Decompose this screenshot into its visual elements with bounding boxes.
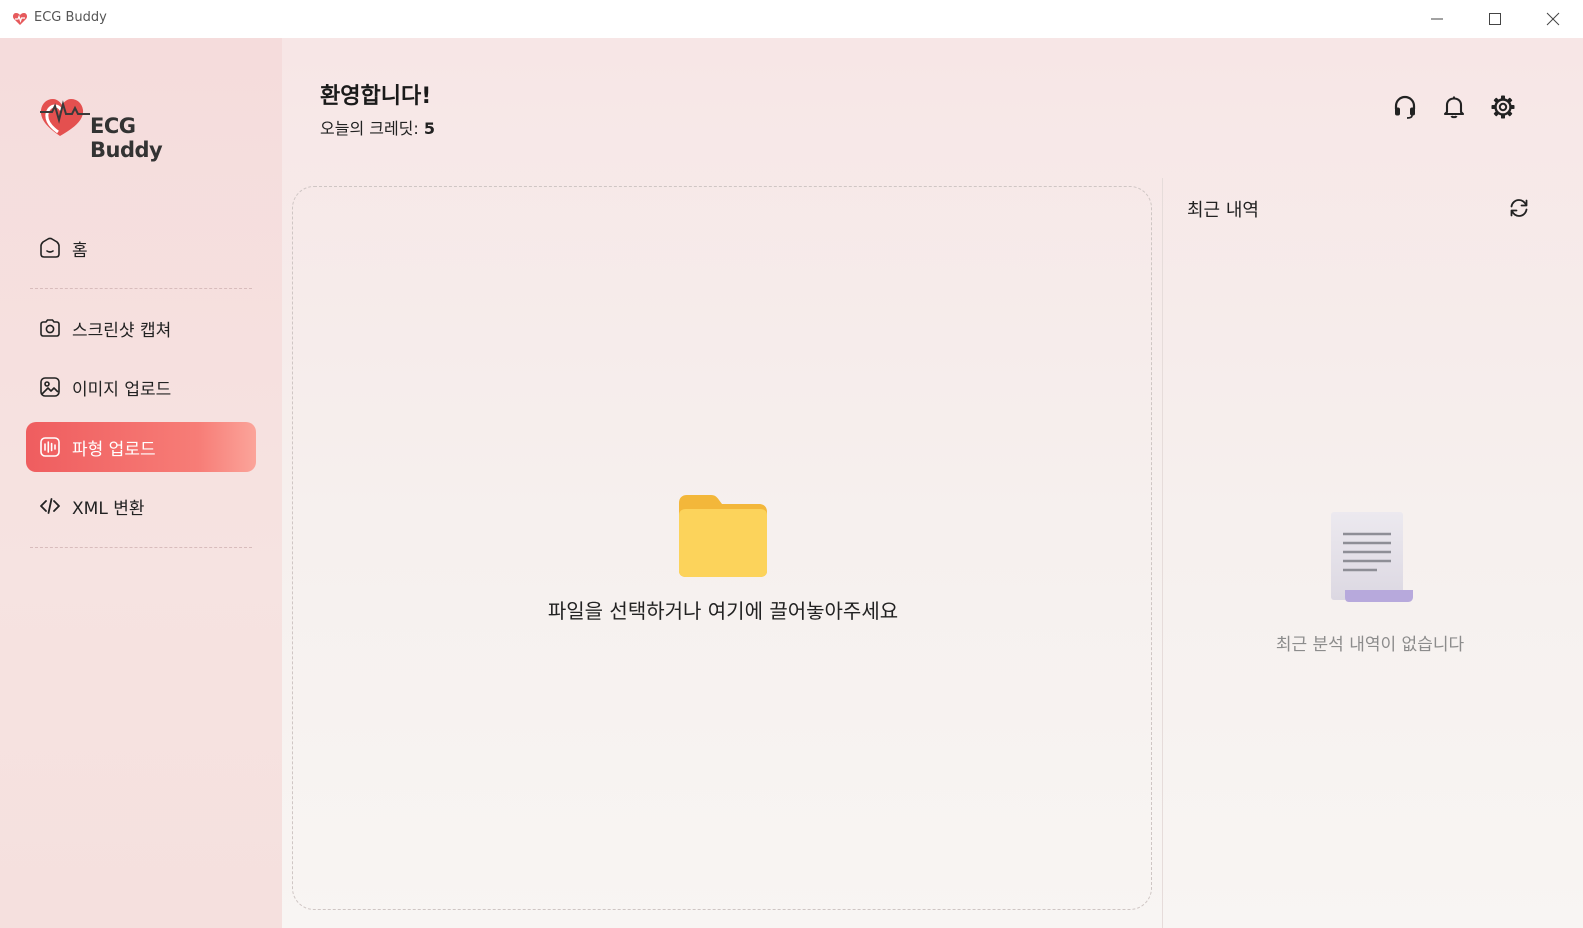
sidebar-item-label: 파형 업로드 [72,439,156,460]
close-button[interactable] [1524,0,1582,38]
maximize-button[interactable] [1466,0,1524,38]
sidebar-item-screenshot[interactable]: 스크린샷 캡쳐 [26,303,256,353]
image-icon [38,375,62,399]
bell-icon [1443,96,1465,119]
sidebar-item-xml-convert[interactable]: XML 변환 [26,481,256,531]
sidebar-item-label: 스크린샷 캡쳐 [72,320,172,341]
credits-label: 오늘의 크레딧: [320,119,419,138]
code-icon [38,494,62,518]
sidebar-divider [30,547,252,548]
sidebar-item-image-upload[interactable]: 이미지 업로드 [26,362,256,412]
sidebar-item-label: 이미지 업로드 [72,379,172,400]
logo: ECG Buddy [38,94,213,162]
welcome-heading: 환영합니다! [320,84,432,109]
drop-instruction: 파일을 선택하거나 여기에 끌어놓아주세요 [547,599,899,623]
app-body: ECG Buddy 홈 스크린샷 캡쳐 이미지 업로드 파형 업로드 XML 변… [0,38,1583,928]
title-bar: ECG Buddy [0,0,1583,38]
folder-icon [679,495,767,577]
maximize-icon [1489,13,1501,25]
sidebar-item-label: 홈 [72,240,88,261]
empty-history-text: 최근 분석 내역이 없습니다 [1275,635,1465,655]
settings-button[interactable] [1488,92,1518,122]
heart-ecg-logo-icon [40,99,90,136]
sidebar-item-waveform-upload[interactable]: 파형 업로드 [26,422,256,472]
support-button[interactable] [1390,92,1420,122]
file-drop-zone[interactable]: 파일을 선택하거나 여기에 끌어놓아주세요 [292,186,1152,910]
credits-text: 오늘의 크레딧: 5 [320,115,435,139]
sidebar-divider [30,288,252,289]
headset-icon [1394,95,1416,119]
home-icon [38,236,62,260]
refresh-button[interactable] [1505,194,1533,222]
minimize-icon [1431,18,1443,20]
recent-history-title: 최근 내역 [1187,200,1259,221]
window-title: ECG Buddy [34,10,107,25]
camera-icon [38,316,62,340]
notifications-button[interactable] [1439,92,1469,122]
sidebar-item-home[interactable]: 홈 [26,223,256,273]
close-icon [1546,12,1560,26]
credits-value: 5 [423,119,436,138]
refresh-icon [1510,199,1528,217]
document-icon [1331,512,1413,602]
logo-text: ECG Buddy [90,114,163,162]
recent-history-panel: 최근 내역 최근 분석 내역이 없습니다 [1162,178,1583,928]
minimize-button[interactable] [1408,0,1466,38]
gear-icon [1491,95,1515,119]
sidebar-item-label: XML 변환 [72,498,145,519]
sidebar: ECG Buddy 홈 스크린샷 캡쳐 이미지 업로드 파형 업로드 XML 변… [0,38,282,928]
waveform-icon [38,435,62,459]
app-heart-icon [12,11,28,27]
